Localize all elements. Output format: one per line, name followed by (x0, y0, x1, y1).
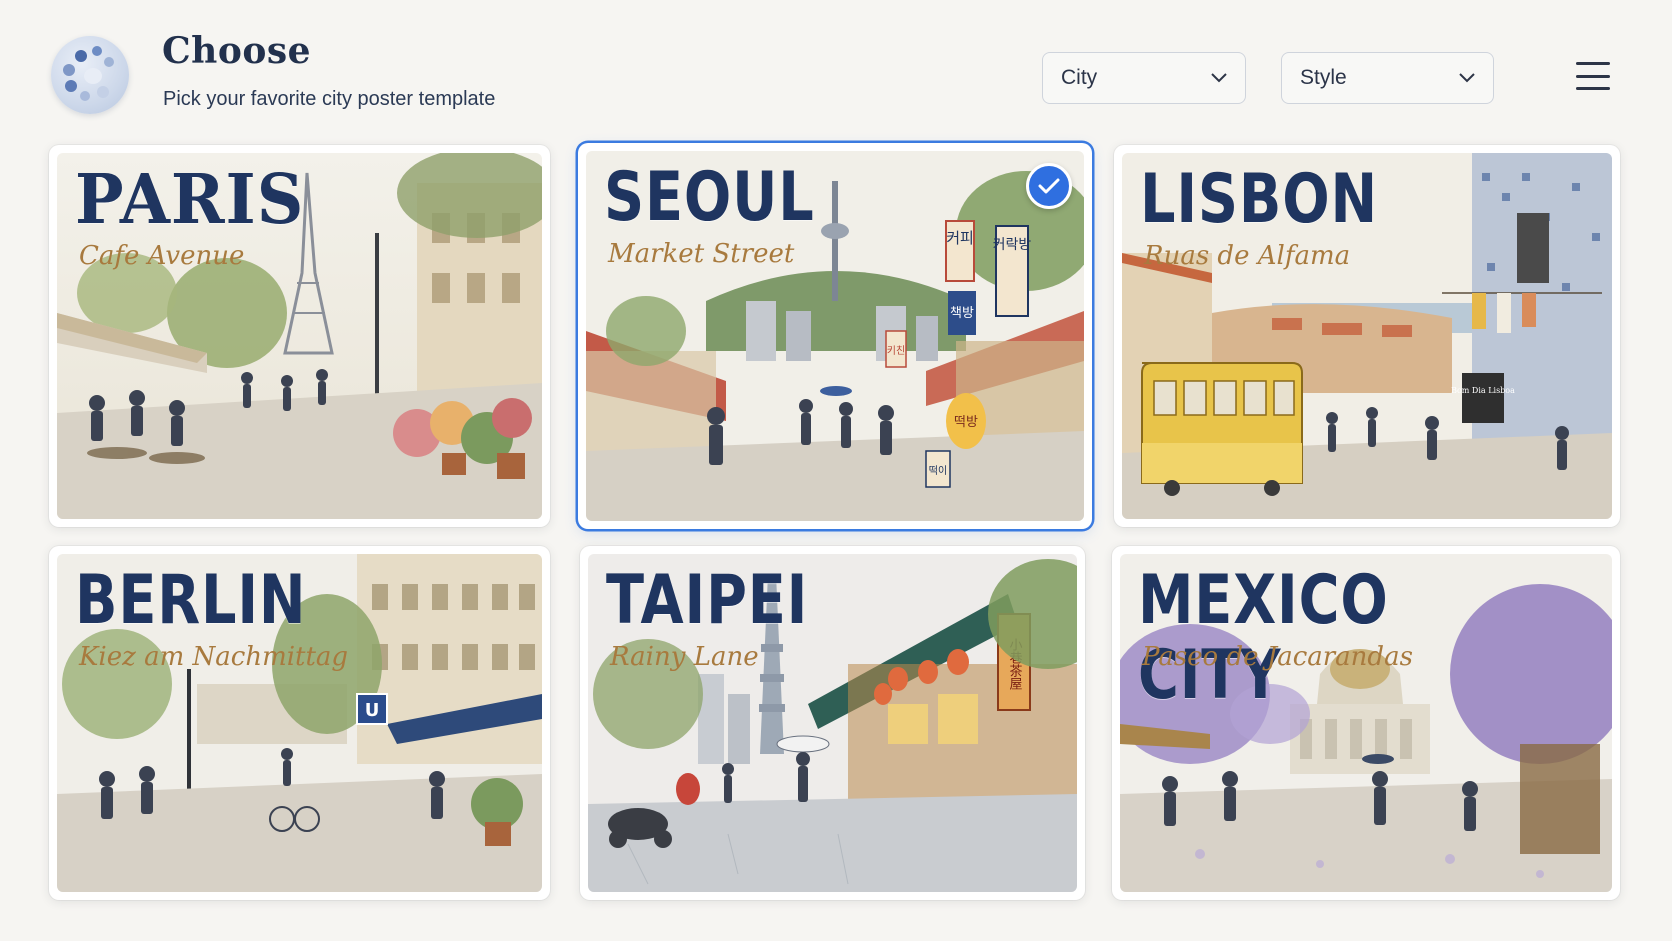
seoul-sign-coffee: 커피 (946, 229, 974, 247)
seoul-sign-tteok: 떡이 (929, 465, 947, 477)
selected-check-icon (1026, 163, 1072, 209)
app-logo (51, 36, 129, 114)
poster-image-lisbon: Bom Dia Lisboa LISBON Ruas de Alfama (1122, 153, 1612, 519)
hamburger-menu-icon[interactable] (1576, 62, 1610, 90)
poster-card-lisbon[interactable]: Bom Dia Lisboa LISBON Ruas de Alfama (1114, 145, 1620, 527)
chevron-down-icon (1459, 73, 1475, 83)
page-subtitle: Pick your favorite city poster template (163, 88, 496, 110)
poster-city-title: LISBON (1140, 160, 1378, 239)
poster-image-seoul: 커피 커락방 책방 떡방 키친 떡이 SEOUL Market Street (586, 151, 1084, 521)
city-filter-label: City (1061, 66, 1098, 89)
seoul-sign-ricecake: 떡방 (954, 415, 978, 430)
chevron-down-icon (1211, 73, 1227, 83)
poster-card-paris[interactable]: PARIS Cafe Avenue (49, 145, 550, 527)
poster-card-berlin[interactable]: U BERLIN Kiez am Nachmittag (49, 546, 550, 900)
style-filter-label: Style (1300, 66, 1347, 89)
seoul-sign-kitchen: 키친 (887, 345, 905, 357)
poster-tagline: Ruas de Alfama (1144, 241, 1351, 271)
poster-city-title: TAIPEI (606, 561, 809, 640)
poster-tagline: Kiez am Nachmittag (79, 642, 349, 672)
poster-image-berlin: U BERLIN Kiez am Nachmittag (57, 554, 542, 892)
style-filter-dropdown[interactable]: Style (1281, 52, 1494, 104)
poster-city-title: SEOUL (604, 158, 815, 237)
poster-city-title: MEXICO CITY (1138, 561, 1389, 715)
poster-card-mexico-city[interactable]: MEXICO CITY Paseo de Jacarandas (1112, 546, 1620, 900)
seoul-sign-cafe: 커락방 (993, 237, 1032, 253)
city-filter-dropdown[interactable]: City (1042, 52, 1246, 104)
poster-tagline: Paseo de Jacarandas (1142, 642, 1413, 672)
poster-image-paris: PARIS Cafe Avenue (57, 153, 542, 519)
seoul-sign-books: 책방 (950, 306, 974, 321)
poster-city-title: BERLIN (75, 561, 307, 640)
poster-image-mexico-city: MEXICO CITY Paseo de Jacarandas (1120, 554, 1612, 892)
poster-city-title: PARIS (75, 160, 305, 240)
lisbon-chalkboard-sign: Bom Dia Lisboa (1451, 386, 1515, 395)
poster-tagline: Market Street (608, 239, 795, 269)
poster-card-seoul[interactable]: 커피 커락방 책방 떡방 키친 떡이 SEOUL Market Street (578, 143, 1092, 529)
poster-image-taipei: 小巷茶屋 TAIPEI Rainy Lane (588, 554, 1077, 892)
poster-tagline: Cafe Avenue (79, 241, 245, 271)
poster-tagline: Rainy Lane (610, 642, 759, 672)
poster-card-taipei[interactable]: 小巷茶屋 TAIPEI Rainy Lane (580, 546, 1085, 900)
berlin-ubahn-sign: U (365, 700, 380, 721)
page-title: Choose (162, 30, 312, 72)
